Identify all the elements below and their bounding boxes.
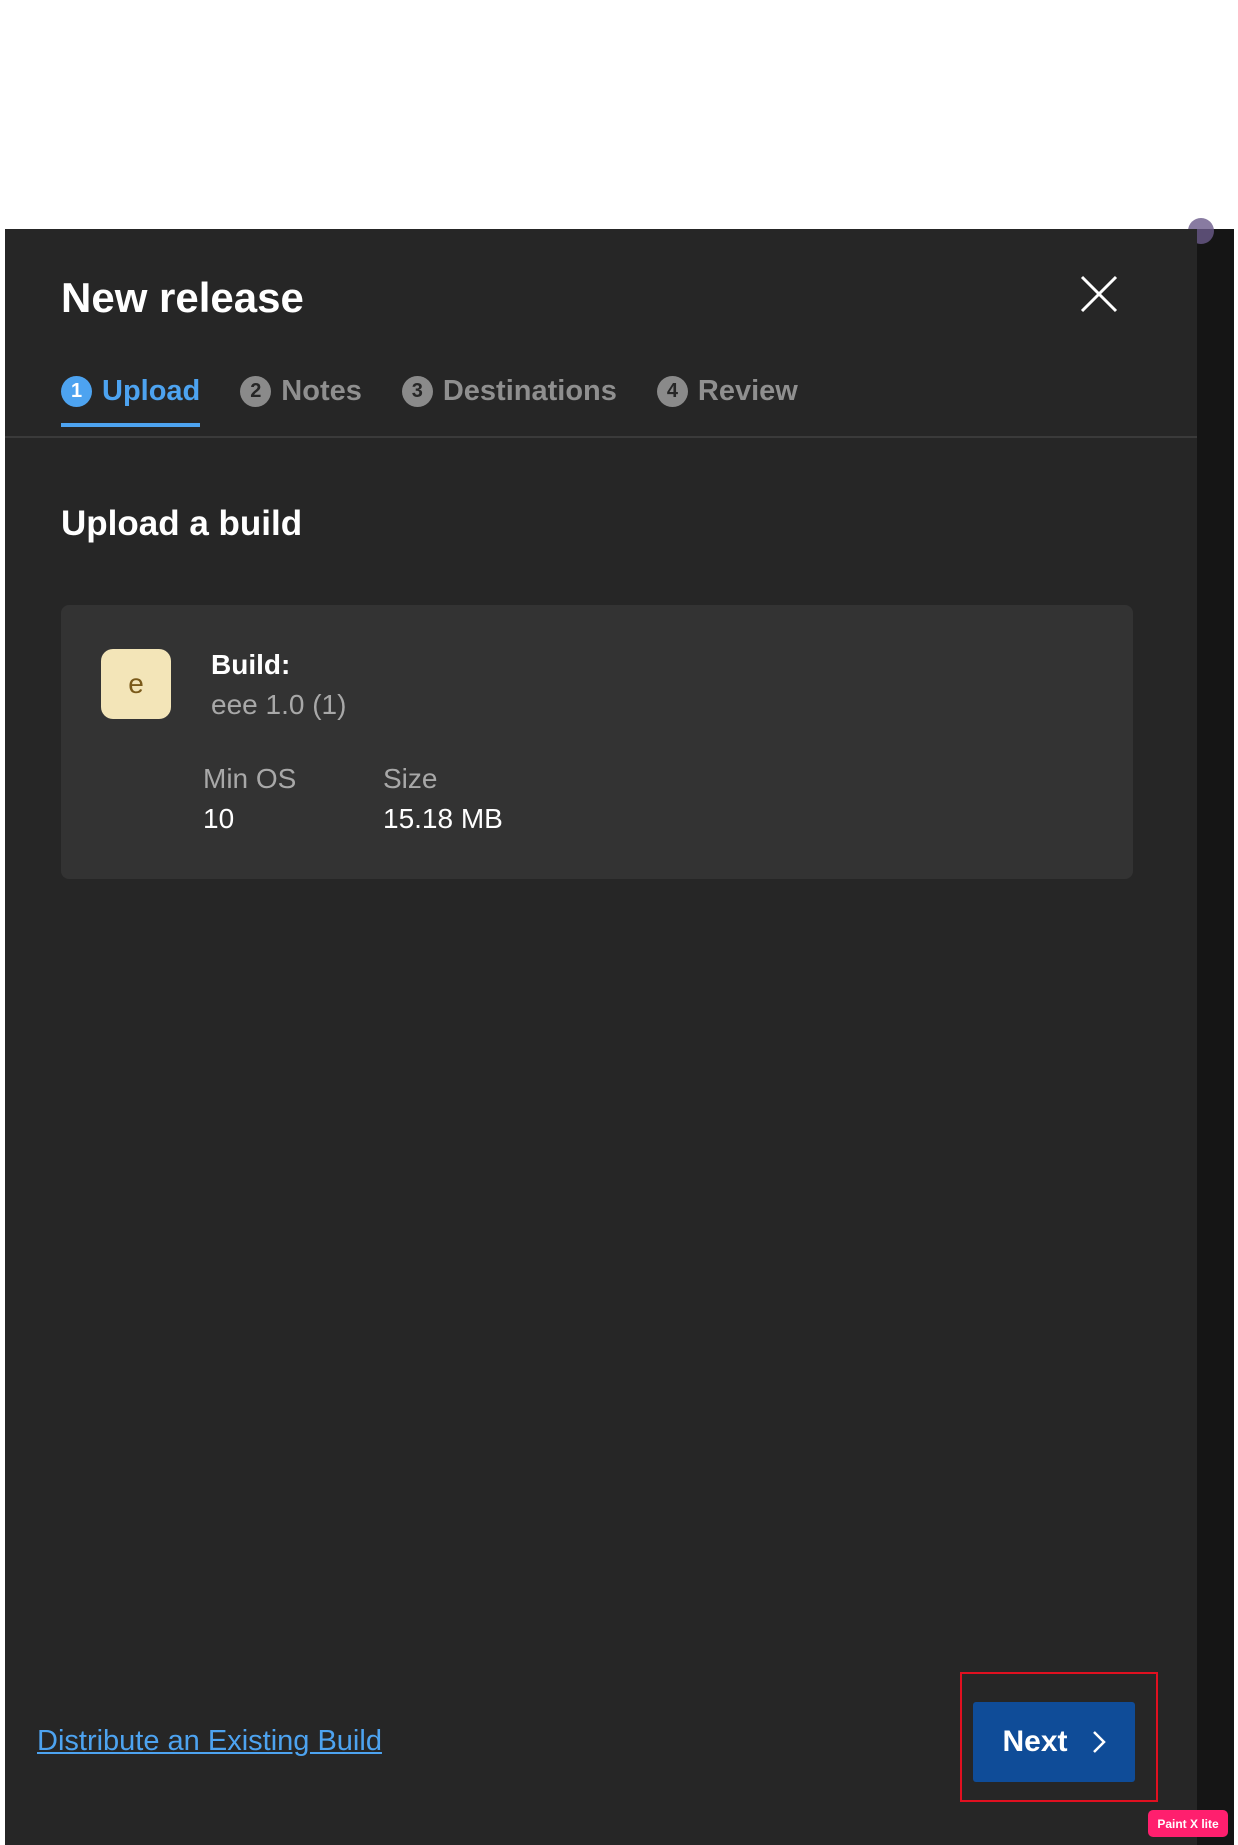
build-label: Build: bbox=[211, 649, 291, 680]
tab-label: Review bbox=[697, 374, 798, 407]
tab-number: 4 bbox=[656, 375, 688, 407]
paint-x-lite-watermark: Paint X lite bbox=[1148, 1810, 1228, 1837]
step-tabs: 1 Upload 2 Notes 3 Destinations 4 Review bbox=[61, 365, 798, 427]
size-label: Size bbox=[383, 763, 438, 794]
build-name: eee 1.0 (1) bbox=[211, 689, 347, 720]
min-os-value: 10 bbox=[203, 803, 235, 834]
tab-label: Upload bbox=[102, 374, 201, 407]
build-card: e Build: eee 1.0 (1) Min OS 10 Size 15.1… bbox=[61, 605, 1133, 879]
section-title: Upload a build bbox=[61, 504, 303, 543]
dialog-title: New release bbox=[61, 274, 304, 321]
next-button-highlight bbox=[960, 1672, 1158, 1802]
min-os-label: Min OS bbox=[203, 763, 297, 794]
size-value: 15.18 MB bbox=[383, 803, 503, 834]
tab-label: Notes bbox=[281, 374, 362, 407]
size-info: Size 15.18 MB bbox=[383, 763, 503, 835]
tab-number: 3 bbox=[401, 375, 433, 407]
tabs-divider bbox=[5, 436, 1197, 438]
new-release-dialog: New release 1 Upload 2 Notes 3 Destinati… bbox=[5, 229, 1197, 1845]
tab-number: 2 bbox=[240, 375, 272, 407]
distribute-existing-build-link[interactable]: Distribute an Existing Build bbox=[37, 1725, 382, 1758]
min-os-info: Min OS 10 bbox=[203, 763, 296, 835]
tab-destinations[interactable]: 3 Destinations bbox=[401, 365, 617, 427]
tab-review[interactable]: 4 Review bbox=[656, 365, 798, 427]
tab-upload[interactable]: 1 Upload bbox=[61, 365, 201, 427]
tab-number: 1 bbox=[61, 375, 92, 407]
tab-notes[interactable]: 2 Notes bbox=[240, 365, 362, 427]
close-button[interactable] bbox=[1076, 271, 1122, 317]
tab-label: Destinations bbox=[442, 374, 617, 407]
build-app-icon: e bbox=[101, 649, 171, 719]
close-icon bbox=[1080, 275, 1118, 313]
